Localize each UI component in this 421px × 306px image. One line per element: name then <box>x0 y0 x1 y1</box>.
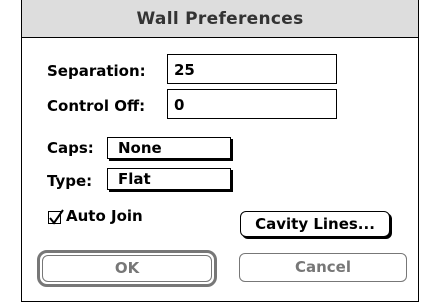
caps-label: Caps: <box>47 139 94 157</box>
control-off-field[interactable]: 0 <box>167 89 337 119</box>
checkmark-icon <box>49 209 64 225</box>
type-label: Type: <box>47 172 93 190</box>
dialog-title: Wall Preferences <box>136 8 304 29</box>
title-bar[interactable]: Wall Preferences <box>22 0 418 38</box>
cavity-lines-button[interactable]: Cavity Lines... <box>240 211 390 237</box>
separation-field[interactable]: 25 <box>167 54 337 84</box>
ok-button[interactable]: OK <box>42 255 212 282</box>
separation-label: Separation: <box>47 62 146 80</box>
wall-preferences-dialog: Wall Preferences Separation: 25 Control … <box>21 0 419 302</box>
auto-join-checkbox[interactable] <box>48 209 64 225</box>
type-popup[interactable]: Flat <box>107 168 231 190</box>
cancel-button[interactable]: Cancel <box>239 253 407 282</box>
auto-join-label[interactable]: Auto Join <box>66 207 143 225</box>
control-off-label: Control Off: <box>47 97 146 115</box>
caps-popup[interactable]: None <box>107 137 231 159</box>
